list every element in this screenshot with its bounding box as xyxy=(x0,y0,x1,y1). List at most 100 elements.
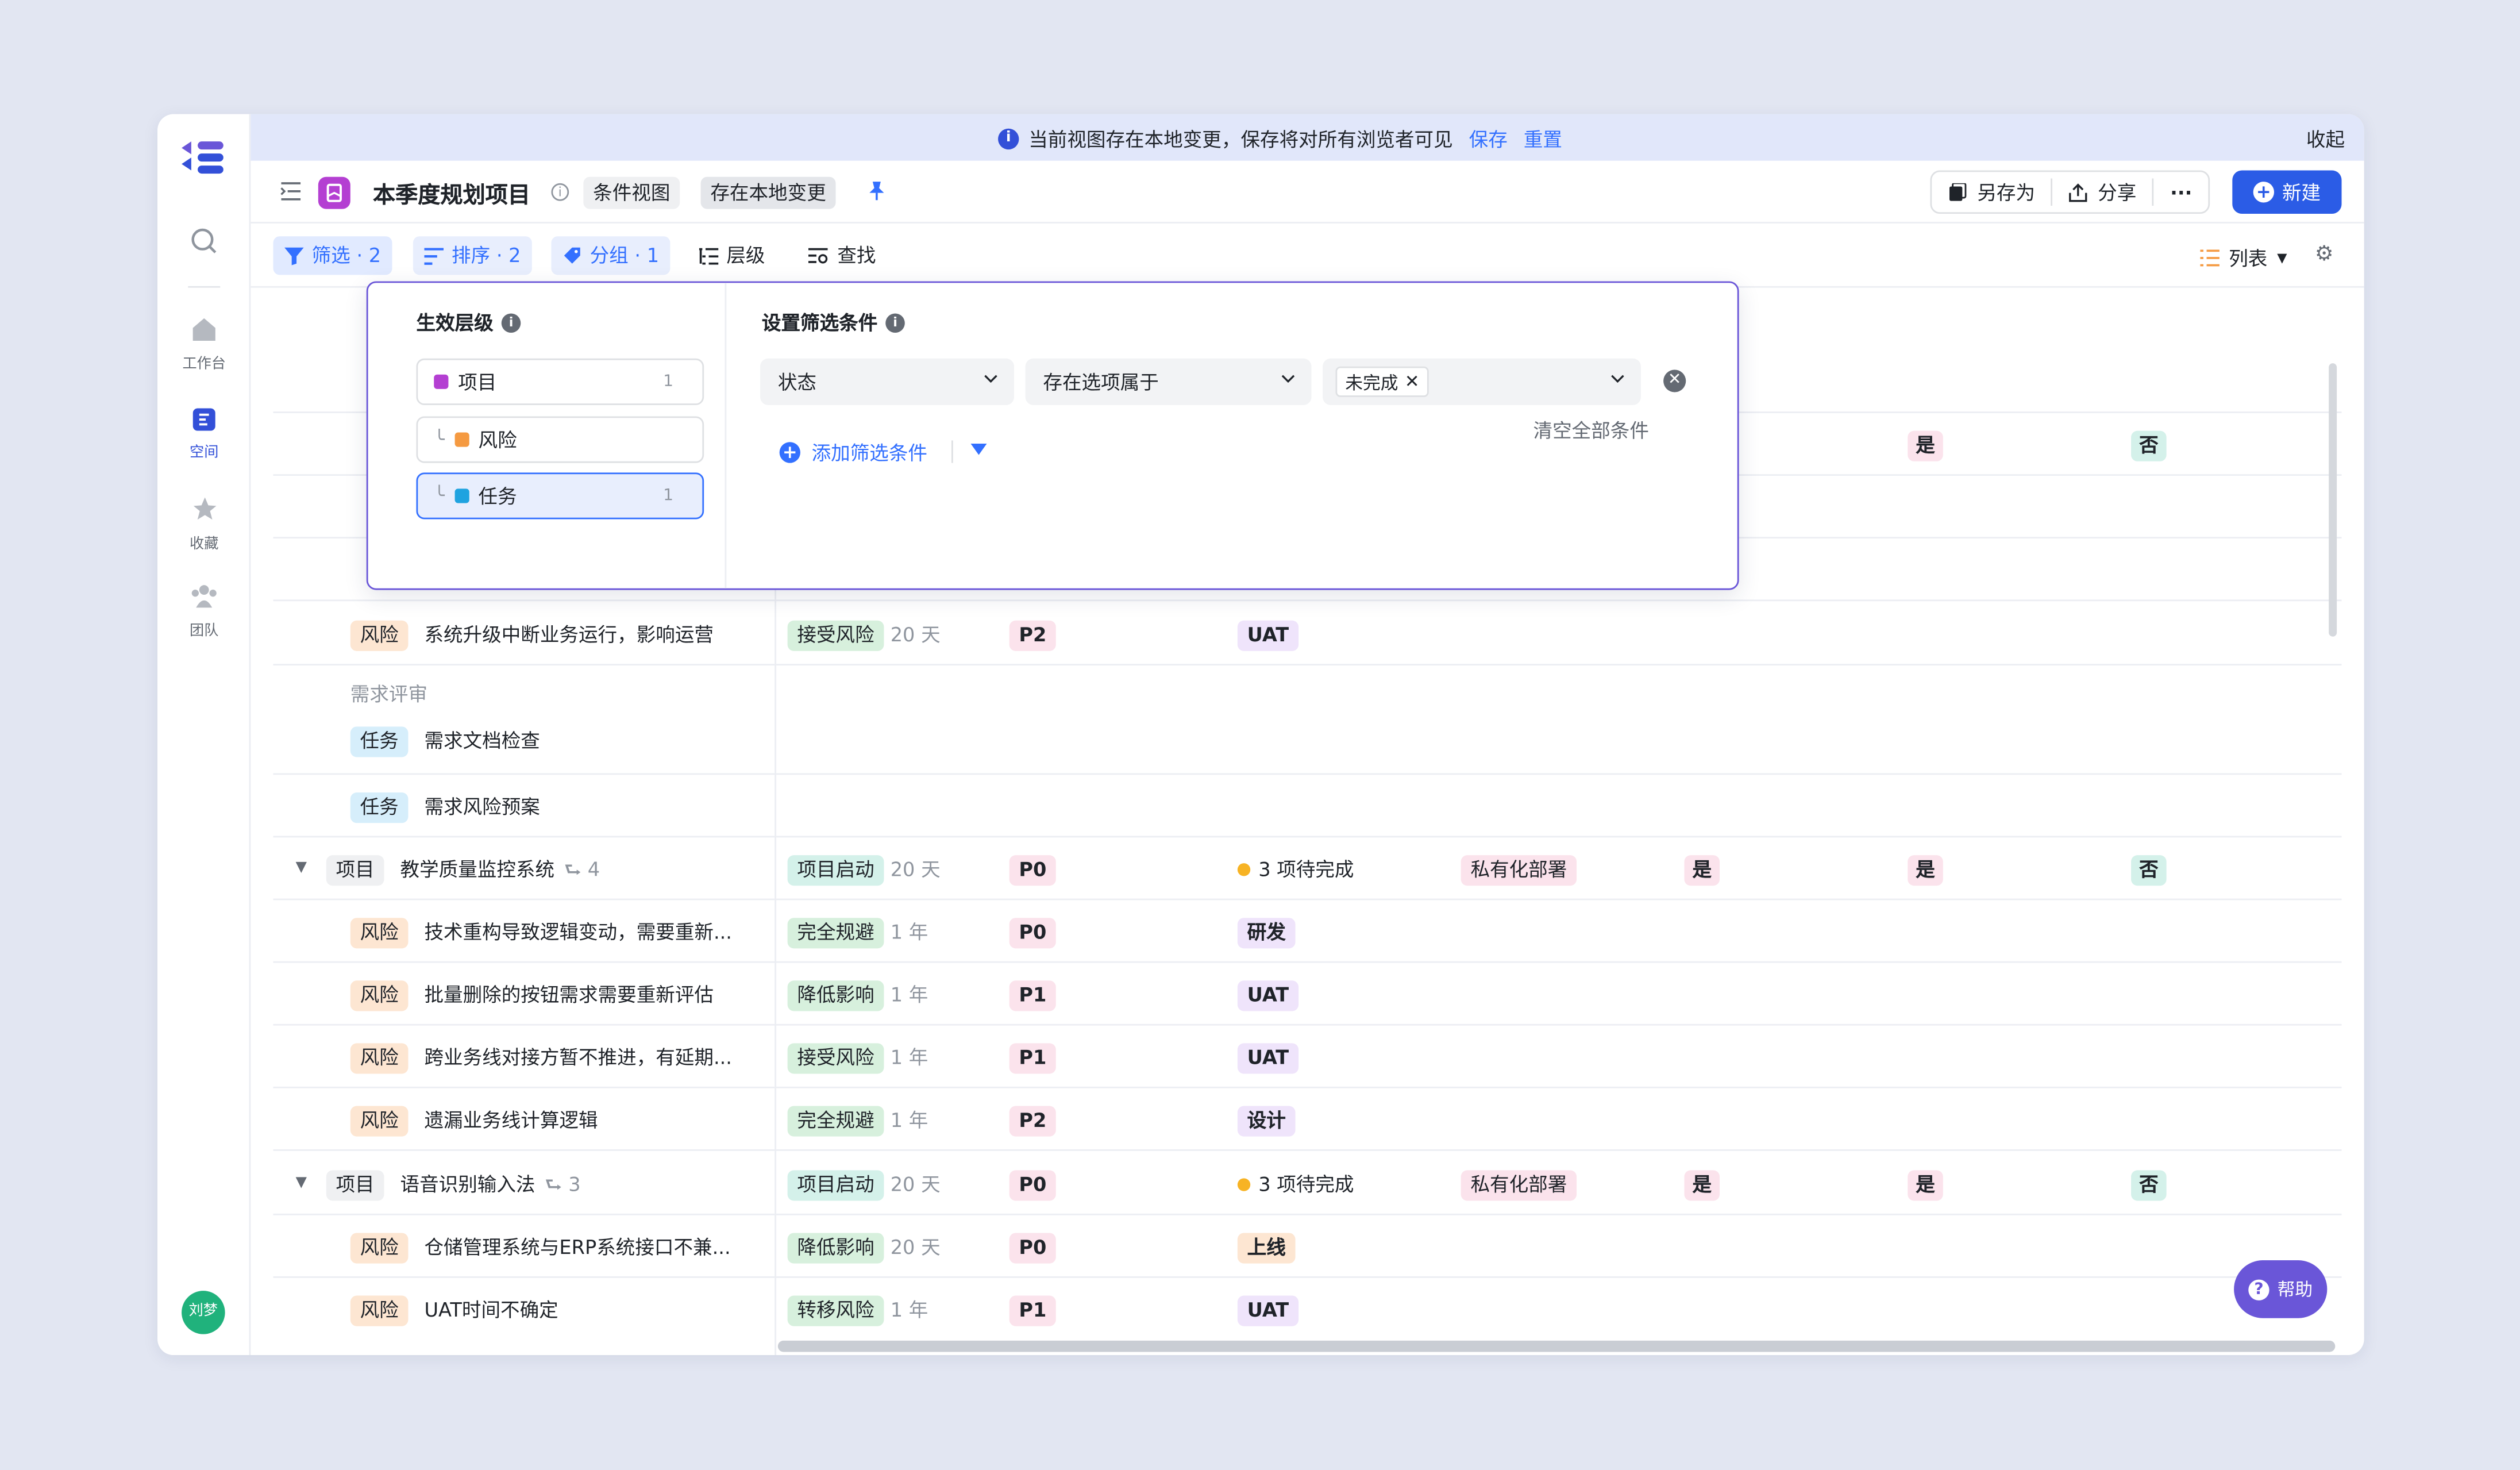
filter-button[interactable]: 筛选 · 2 xyxy=(273,236,392,275)
save-as-label: 另存为 xyxy=(1977,182,2036,205)
row-title[interactable]: 跨业务线对接方暂不推进，有延期... xyxy=(424,1042,732,1074)
collapse-caret-icon[interactable]: ▼ xyxy=(296,1175,307,1191)
level-panel: 生效层级 i 项目 1 ╰ 风险 ╰ 任务 1 xyxy=(368,283,727,588)
share-button[interactable]: 分享 xyxy=(2053,172,2152,212)
level-label: 任务 xyxy=(478,485,517,508)
help-button[interactable]: ? 帮助 xyxy=(2234,1260,2328,1318)
question-icon: ? xyxy=(2248,1279,2269,1300)
deploy-badge: 私有化部署 xyxy=(1461,1170,1577,1201)
status-dot xyxy=(1237,863,1251,876)
table-row[interactable]: 需求评审 任务 需求文档检查 xyxy=(273,665,2342,775)
phase-badge: UAT xyxy=(1237,1295,1298,1326)
info-icon[interactable]: i xyxy=(551,183,569,201)
project-icon xyxy=(318,176,350,209)
sort-button[interactable]: 排序 · 2 xyxy=(413,236,533,275)
gear-icon[interactable]: ⚙ xyxy=(2315,243,2334,267)
save-as-button[interactable]: 另存为 xyxy=(1932,172,2051,212)
find-label: 查找 xyxy=(837,244,876,267)
sidebar-search[interactable] xyxy=(157,226,251,262)
save-link[interactable]: 保存 xyxy=(1469,125,1508,153)
more-button[interactable]: ··· xyxy=(2154,172,2208,212)
deploy-badge: 私有化部署 xyxy=(1461,855,1577,886)
level-button[interactable]: 层级 xyxy=(688,236,776,275)
duration: 20 天 xyxy=(890,624,941,647)
row-title[interactable]: 遗漏业务线计算逻辑 xyxy=(424,1105,598,1137)
table-row[interactable]: ▼ 项目 教学质量监控系统 ⮑ 4 项目启动 20 天 P0 3 项待完成 私有化部… xyxy=(273,837,2342,901)
row-title[interactable]: 批量删除的按钮需求需要重新评估 xyxy=(424,979,714,1011)
title-bar: 本季度规划项目 i 条件视图 存在本地变更 另存为 分享 ··· + 新建 xyxy=(251,161,2364,224)
collapse-banner-button[interactable]: 收起 xyxy=(2306,125,2345,153)
table-row[interactable]: 风险 系统升级中断业务运行，影响运营 接受风险 20 天 P2 UAT xyxy=(273,603,2342,666)
row-title[interactable]: 技术重构导致逻辑变动，需要重新... xyxy=(424,916,732,948)
avatar[interactable]: 刘梦 xyxy=(182,1291,225,1334)
horizontal-scrollbar[interactable] xyxy=(777,1340,2336,1352)
duration: 1 年 xyxy=(890,921,928,944)
app-logo[interactable] xyxy=(178,137,226,179)
table-row[interactable]: 风险 遗漏业务线计算逻辑 完全规避 1 年 P2 设计 xyxy=(273,1088,2342,1151)
add-condition-dropdown-icon[interactable] xyxy=(970,444,987,455)
banner-message: 当前视图存在本地变更，保存将对所有浏览者可见 xyxy=(1028,128,1453,151)
collapse-caret-icon[interactable]: ▼ xyxy=(296,860,307,876)
table-row[interactable]: 任务 需求风险预案 xyxy=(273,775,2342,838)
table-row[interactable]: 风险 批量删除的按钮需求需要重新评估 降低影响 1 年 P1 UAT xyxy=(273,963,2342,1026)
field-select[interactable]: 状态 xyxy=(760,358,1015,405)
duration: 1 年 xyxy=(890,1299,928,1322)
table-row[interactable]: ▼ 项目 语音识别输入法 ⮑ 3 项目启动 20 天 P0 3 项待完成 私有化部署… xyxy=(273,1153,2342,1215)
sidebar-item-team[interactable]: 团队 xyxy=(157,583,251,640)
phase-badge: UAT xyxy=(1237,620,1298,651)
row-title[interactable]: 需求文档检查 xyxy=(424,725,540,757)
remove-condition-icon[interactable]: ✕ xyxy=(1663,370,1686,392)
table-row[interactable]: 风险 技术重构导致逻辑变动，需要重新... 完全规避 1 年 P0 研发 xyxy=(273,900,2342,963)
new-button[interactable]: + 新建 xyxy=(2232,170,2342,214)
row-title[interactable]: 语音识别输入法 xyxy=(400,1173,535,1196)
table-row[interactable]: 风险 UAT时间不确定 转移风险 1 年 P1 UAT xyxy=(273,1278,2342,1341)
stage-badge: 项目启动 xyxy=(787,1170,884,1201)
tree-branch-icon: ╰ xyxy=(434,429,445,451)
operator-select[interactable]: 存在选项属于 xyxy=(1025,358,1312,405)
table-row[interactable]: 风险 跨业务线对接方暂不推进，有延期... 接受风险 1 年 P1 UAT xyxy=(273,1026,2342,1088)
sidebar-item-space[interactable]: 空间 xyxy=(157,407,251,461)
group-label: 分组 · 1 xyxy=(589,244,660,267)
priority-badge: P2 xyxy=(1009,620,1057,651)
level-item-task[interactable]: ╰ 任务 1 xyxy=(416,472,704,519)
new-label: 新建 xyxy=(2282,182,2321,205)
sidebar-item-label: 收藏 xyxy=(190,537,219,553)
vertical-scrollbar[interactable] xyxy=(2329,363,2337,637)
duration: 1 年 xyxy=(890,1046,928,1069)
save-as-icon xyxy=(1949,182,1967,201)
row-title[interactable]: UAT时间不确定 xyxy=(424,1294,558,1326)
sidebar-toggle-icon[interactable] xyxy=(280,182,302,201)
local-change-tag: 存在本地变更 xyxy=(700,176,836,209)
priority-badge: P0 xyxy=(1009,918,1057,949)
info-icon[interactable]: i xyxy=(501,313,521,332)
type-badge-task: 任务 xyxy=(350,792,409,823)
reset-link[interactable]: 重置 xyxy=(1524,125,1562,153)
sidebar-item-favorites[interactable]: 收藏 xyxy=(157,495,251,553)
level-item-project[interactable]: 项目 1 xyxy=(416,358,704,405)
pin-icon[interactable] xyxy=(868,180,885,206)
view-toolbar: 筛选 · 2 排序 · 2 分组 · 1 层级 查找 列表 ▼ ⚙ xyxy=(251,224,2364,288)
group-button[interactable]: 分组 · 1 xyxy=(551,236,671,275)
row-title[interactable]: 仓储管理系统与ERP系统接口不兼... xyxy=(424,1232,730,1264)
sidebar-item-workbench[interactable]: 工作台 xyxy=(157,317,251,373)
value-chip[interactable]: 未完成 ✕ xyxy=(1335,366,1429,397)
sidebar-divider xyxy=(188,286,221,288)
info-icon[interactable]: i xyxy=(885,313,905,332)
view-selector[interactable]: 列表 ▼ xyxy=(2199,244,2287,272)
add-condition-button[interactable]: + 添加筛选条件 xyxy=(779,439,927,467)
remove-chip-icon[interactable]: ✕ xyxy=(1405,371,1420,392)
duration: 1 年 xyxy=(890,983,928,1007)
no-badge: 否 xyxy=(2131,1170,2167,1201)
plus-icon: + xyxy=(779,442,801,463)
row-title[interactable]: 需求风险预案 xyxy=(424,791,540,823)
type-badge-risk: 风险 xyxy=(350,918,409,949)
level-panel-title: 生效层级 xyxy=(416,311,494,334)
level-item-risk[interactable]: ╰ 风险 xyxy=(416,416,704,463)
row-title[interactable]: 系统升级中断业务运行，影响运营 xyxy=(424,619,714,651)
find-button[interactable]: 查找 xyxy=(797,236,887,275)
table-row[interactable]: 风险 仓储管理系统与ERP系统接口不兼... 降低影响 20 天 P0 上线 xyxy=(273,1215,2342,1278)
row-title[interactable]: 教学质量监控系统 xyxy=(400,859,555,881)
clear-all-conditions[interactable]: 清空全部条件 xyxy=(1533,416,1649,444)
view-type-tag: 条件视图 xyxy=(583,176,680,209)
value-select[interactable]: 未完成 ✕ xyxy=(1323,358,1641,405)
